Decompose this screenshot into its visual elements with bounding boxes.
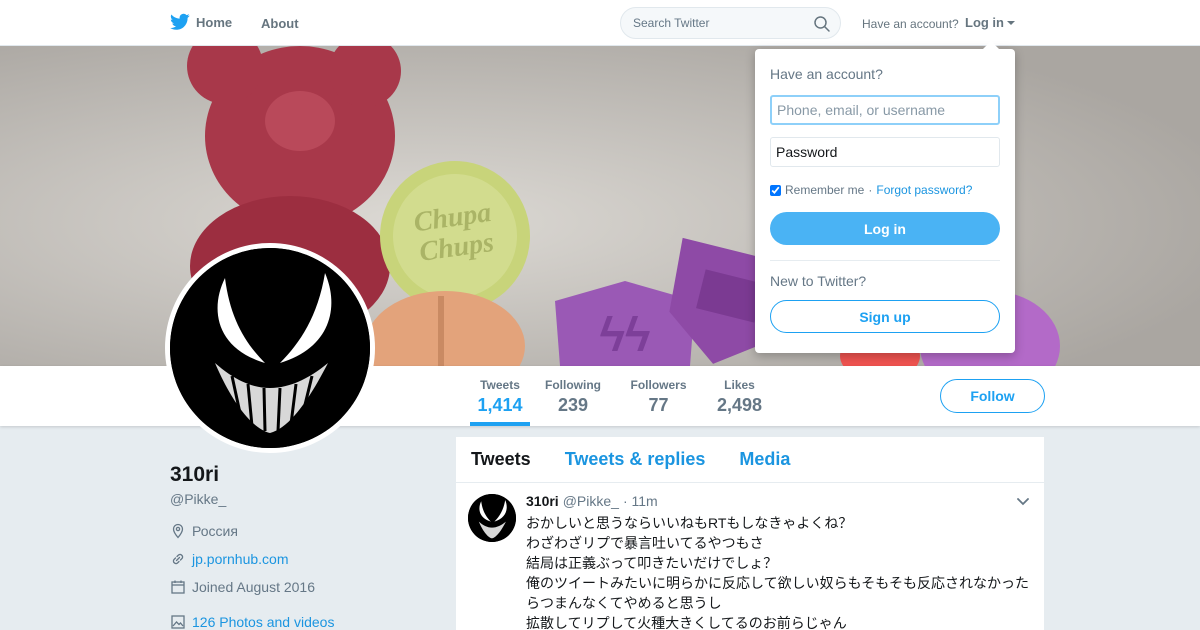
remember-label[interactable]: Remember me [785, 183, 864, 197]
search-box [620, 7, 841, 39]
follow-button[interactable]: Follow [940, 379, 1045, 413]
tweet-author-name[interactable]: 310ri [526, 493, 559, 509]
top-navigation: Home About Have an account? Log in [0, 0, 1200, 46]
login-toggle-label: Log in [965, 15, 1004, 30]
search-icon[interactable] [813, 15, 831, 33]
login-title: Have an account? [770, 66, 883, 82]
tweet-timestamp[interactable]: · 11m [623, 493, 658, 509]
chevron-down-icon[interactable] [1017, 498, 1029, 506]
stat-tweets-label: Tweets [480, 378, 520, 392]
tab-tweets-replies[interactable]: Tweets & replies [565, 449, 706, 470]
tab-tweets[interactable]: Tweets [471, 449, 531, 470]
password-input[interactable] [770, 137, 1000, 167]
remember-row: Remember me · Forgot password? [770, 183, 972, 197]
tweet-line: わざわざリプで暴言吐いてるやつもさ [526, 535, 764, 551]
media-link[interactable]: 126 Photos and videos [192, 614, 334, 630]
stat-following[interactable]: Following 239 [545, 378, 601, 426]
nav-home-label: Home [196, 14, 233, 30]
signup-button[interactable]: Sign up [770, 300, 1000, 333]
timeline-tabs: Tweets Tweets & replies Media [456, 437, 1044, 483]
stat-followers[interactable]: Followers 77 [630, 378, 687, 426]
tweet-line: 結局は正義ぶって叩きたいだけでしょ？ [526, 555, 778, 571]
forgot-password-link[interactable]: Forgot password? [876, 183, 972, 197]
login-dropdown-toggle[interactable]: Log in [965, 15, 1015, 30]
nav-home-link[interactable]: Home [170, 13, 232, 31]
stat-following-label: Following [545, 378, 601, 392]
tweet-line: らつまんなくてやめると思うし [526, 595, 722, 611]
profile-location: Россия [170, 523, 238, 539]
remember-checkbox[interactable] [770, 184, 781, 196]
divider [770, 260, 1000, 261]
stat-followers-value: 77 [648, 395, 669, 415]
stat-likes-label: Likes [724, 378, 755, 392]
tweet-text: おかしいと思うならいいねもRTもしなきゃよくね？ わざわざリプで暴言吐いてるやつ… [526, 513, 1036, 630]
caret-down-icon [1007, 20, 1015, 25]
twitter-bird-icon [170, 13, 190, 30]
profile-joined: Joined August 2016 [170, 579, 315, 595]
tweet-line: おかしいと思うならいいねもRTもしなきゃよくね？ [526, 515, 853, 531]
separator-dot: · [868, 183, 873, 197]
tweet-line: 拡散してリプして火種大きくしてるのお前らじゃん [526, 615, 847, 630]
photo-icon [171, 615, 185, 629]
login-button[interactable]: Log in [770, 212, 1000, 245]
profile-name: 310ri [170, 463, 220, 486]
stat-tweets-value: 1,414 [477, 395, 523, 415]
profile-handle: @Pikke_ [170, 491, 227, 507]
tweet-item[interactable]: 310ri @Pikke_ · 11m おかしいと思うならいいねもRTもしなきゃ… [456, 484, 1044, 630]
search-input[interactable] [621, 8, 811, 38]
new-to-twitter-text: New to Twitter? [770, 273, 867, 289]
stat-likes[interactable]: Likes 2,498 [717, 378, 762, 426]
nav-about-link[interactable]: About [261, 16, 299, 31]
joined-text: Joined August 2016 [192, 579, 315, 595]
stat-following-value: 239 [557, 395, 589, 415]
tweet-avatar[interactable] [468, 494, 516, 542]
website-link[interactable]: jp.pornhub.com [192, 551, 289, 567]
profile-avatar[interactable] [165, 243, 375, 453]
tweet-line: 俺のツイートみたいに明らかに反応して欲しい奴らもそもそも反応されなかった [526, 575, 1030, 591]
tab-media[interactable]: Media [739, 449, 790, 470]
stat-followers-label: Followers [630, 378, 687, 392]
link-icon [172, 553, 184, 565]
tweet-author-handle[interactable]: @Pikke_ [563, 493, 619, 509]
venom-face-icon [468, 494, 516, 542]
tweet-header: 310ri @Pikke_ · 11m [526, 493, 658, 509]
location-text: Россия [192, 523, 238, 539]
profile-website: jp.pornhub.com [170, 551, 289, 567]
username-input[interactable] [770, 95, 1000, 125]
calendar-icon [171, 580, 185, 594]
profile-media: 126 Photos and videos [170, 614, 334, 630]
venom-face-icon [170, 248, 370, 448]
location-pin-icon [172, 523, 184, 539]
avatar-image [170, 248, 370, 448]
stat-tweets[interactable]: Tweets 1,414 [470, 378, 530, 426]
timeline: Tweets Tweets & replies Media 310ri @Pik… [456, 437, 1044, 630]
stat-likes-value: 2,498 [717, 395, 763, 415]
svg-text:ϟϟ: ϟϟ [600, 309, 651, 362]
have-account-text: Have an account? [862, 17, 959, 31]
login-dropdown: Have an account? Remember me · Forgot pa… [755, 41, 1015, 353]
